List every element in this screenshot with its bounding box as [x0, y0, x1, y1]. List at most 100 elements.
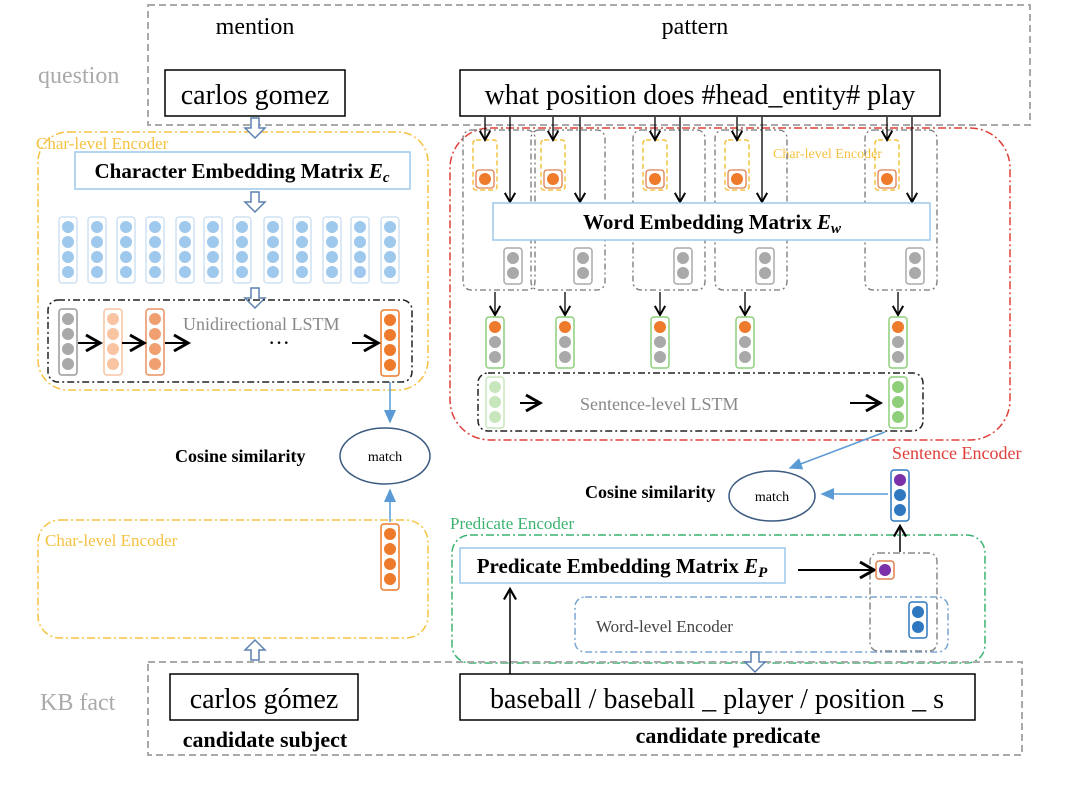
node-circle	[149, 236, 161, 248]
architecture-diagram: question mention carlos gomez pattern wh…	[36, 4, 1031, 756]
word-embedding-label: Word Embedding Matrix Ew	[583, 210, 842, 237]
node-circle	[149, 313, 161, 325]
cosine-similarity-right: Cosine similarity	[585, 482, 716, 502]
candidate-subject-text: carlos gómez	[190, 684, 339, 715]
node-circle	[149, 358, 161, 370]
node-circle	[559, 336, 571, 348]
node-circle	[179, 221, 191, 233]
node-circle	[909, 267, 921, 279]
word-vector	[673, 247, 693, 285]
char-embedding-column	[263, 216, 283, 284]
char-embedding-column	[116, 216, 136, 284]
node-circle	[894, 474, 906, 486]
node-circle	[62, 328, 74, 340]
inner-char-encoder-label: Char-level Encoder	[773, 147, 882, 162]
node-circle	[384, 543, 396, 555]
lstm-ellipsis: ···	[268, 330, 290, 355]
node-circle	[326, 236, 338, 248]
node-circle	[739, 321, 751, 333]
node-circle	[179, 266, 191, 278]
node-circle	[384, 236, 396, 248]
node-circle	[207, 266, 219, 278]
node-circle	[384, 314, 396, 326]
node-circle	[384, 251, 396, 263]
node-circle	[296, 221, 308, 233]
node-circle	[384, 266, 396, 278]
node-circle	[326, 266, 338, 278]
hollow-arrow-icon	[243, 117, 267, 140]
concat-vector	[888, 316, 908, 369]
node-circle	[62, 343, 74, 355]
word-vector	[905, 247, 925, 285]
node-circle	[892, 321, 904, 333]
node-circle	[912, 606, 924, 618]
node-circle	[107, 328, 119, 340]
char-embedding-column	[292, 216, 312, 284]
node-circle	[654, 336, 666, 348]
node-circle	[91, 251, 103, 263]
char-embedding-label: Character Embedding Matrix Ec	[94, 159, 389, 186]
node-circle	[107, 313, 119, 325]
node-circle	[384, 329, 396, 341]
node-circle	[62, 266, 74, 278]
sentence-lstm-initial	[485, 376, 505, 429]
node-circle	[909, 252, 921, 264]
node-circle	[384, 528, 396, 540]
node-circle	[559, 321, 571, 333]
word-vector	[755, 247, 775, 285]
node-circle	[179, 251, 191, 263]
node-circle	[892, 351, 904, 363]
word-vector	[573, 247, 593, 285]
node-circle	[296, 266, 308, 278]
char-vector-node	[731, 173, 743, 185]
node-circle	[507, 267, 519, 279]
char-embedding-column	[232, 216, 252, 284]
cosine-similarity-left: Cosine similarity	[175, 446, 306, 466]
node-circle	[354, 266, 366, 278]
node-circle	[739, 351, 751, 363]
word-vector	[503, 247, 523, 285]
node-circle	[384, 221, 396, 233]
node-circle	[559, 351, 571, 363]
node-circle	[759, 252, 771, 264]
node-circle	[489, 381, 501, 393]
node-circle	[892, 336, 904, 348]
node-circle	[62, 251, 74, 263]
node-circle	[326, 251, 338, 263]
node-circle	[267, 221, 279, 233]
node-circle	[207, 221, 219, 233]
node-circle	[120, 221, 132, 233]
node-circle	[120, 236, 132, 248]
node-circle	[677, 267, 689, 279]
concat-vector	[735, 316, 755, 369]
node-circle	[149, 343, 161, 355]
node-circle	[207, 251, 219, 263]
node-circle	[892, 396, 904, 408]
char-embedding-column	[322, 216, 342, 284]
node-circle	[120, 266, 132, 278]
unidirectional-lstm-box	[47, 299, 413, 383]
node-circle	[236, 236, 248, 248]
node-circle	[654, 351, 666, 363]
candidate-predicate-label: candidate predicate	[636, 723, 821, 748]
sentence-encoder-label: Sentence Encoder	[892, 443, 1021, 463]
lstm-initial-state	[58, 308, 78, 376]
node-circle	[354, 236, 366, 248]
char-embedding-column	[380, 216, 400, 284]
node-circle	[912, 621, 924, 633]
node-circle	[236, 221, 248, 233]
node-circle	[149, 328, 161, 340]
subject-char-vector	[380, 523, 400, 591]
node-circle	[354, 251, 366, 263]
sentence-lstm-label: Sentence-level LSTM	[580, 394, 738, 414]
node-circle	[507, 252, 519, 264]
node-circle	[236, 251, 248, 263]
node-circle	[267, 236, 279, 248]
question-label: question	[38, 63, 119, 89]
node-circle	[296, 236, 308, 248]
node-circle	[577, 252, 589, 264]
node-circle	[489, 351, 501, 363]
concat-vector	[485, 316, 505, 369]
char-embedding-column	[175, 216, 195, 284]
node-circle	[739, 336, 751, 348]
